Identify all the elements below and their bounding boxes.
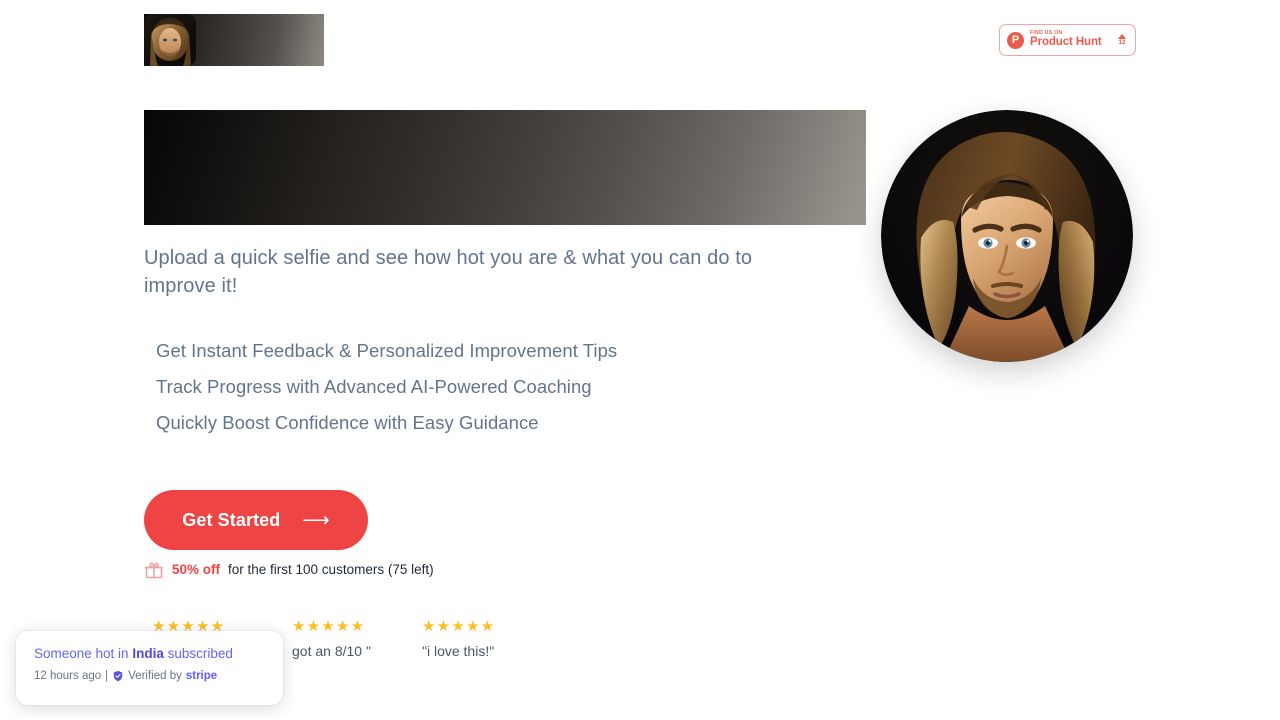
product-hunt-badge[interactable]: P FIND US ON Product Hunt 12 — [999, 24, 1136, 56]
star-rating-icon: ★★★★★ — [292, 618, 366, 635]
brand-logo[interactable]: LooksMax AI — [144, 14, 324, 66]
toast-title-prefix: Someone hot in — [34, 646, 133, 661]
toast-provider: stripe — [185, 670, 218, 682]
list-item: Get Instant Feedback & Personalized Impr… — [156, 340, 618, 361]
site-header: LooksMax AI P FIND US ON Product Hunt 12 — [0, 0, 1280, 80]
star-rating-icon: ★★★★★ — [422, 618, 496, 635]
product-hunt-upvote[interactable]: 12 — [1118, 33, 1128, 47]
promo-discount: 50% off — [172, 562, 221, 577]
toast-title: Someone hot in India subscribed — [34, 645, 265, 663]
caret-up-icon — [1118, 33, 1126, 39]
toast-verified-text: Verified by — [128, 670, 182, 682]
gift-icon — [144, 560, 164, 580]
hero-subtitle: Upload a quick selfie and see how hot yo… — [144, 247, 753, 297]
toast-title-highlight: India — [132, 646, 164, 661]
feature-list: Get Instant Feedback & Personalized Impr… — [156, 333, 617, 441]
toast-timestamp: 12 hours ago — [34, 670, 102, 682]
toast-separator: | — [105, 670, 109, 682]
list-item: Track Progress with Advanced AI-Powered … — [156, 376, 592, 397]
hero-title-banner: Rate My Looks — [144, 110, 866, 225]
landing-page: LooksMax AI P FIND US ON Product Hunt 12… — [0, 0, 1280, 720]
product-hunt-upvote-count: 12 — [1118, 38, 1126, 46]
hero-portrait-photo — [881, 110, 1133, 362]
arrow-right-icon: ⟶ — [302, 509, 330, 531]
get-started-label: Get Started — [182, 509, 281, 530]
testimonial-quote: "i love this!" — [422, 643, 495, 659]
toast-title-suffix: subscribed — [163, 646, 233, 661]
promo-banner: 50% off for the first 100 customers (75 … — [144, 560, 434, 580]
toast-meta: 12 hours ago | Verified by stripe — [34, 668, 265, 684]
subscription-toast[interactable]: Someone hot in India subscribed 12 hours… — [16, 631, 283, 705]
product-hunt-labels: FIND US ON Product Hunt — [1030, 31, 1112, 49]
portrait-avatar-icon — [144, 14, 196, 66]
testimonial-quote: got an 8/10 " — [292, 643, 371, 659]
promo-text: for the first 100 customers (75 left) — [228, 562, 434, 577]
product-hunt-logo-icon: P — [1007, 31, 1024, 49]
list-item: ★★★★★ "i love this!" — [422, 618, 550, 660]
product-hunt-title: Product Hunt — [1030, 36, 1102, 49]
list-item: Quickly Boost Confidence with Easy Guida… — [156, 412, 539, 433]
verified-shield-icon — [112, 670, 124, 682]
get-started-button[interactable]: Get Started ⟶ — [144, 490, 368, 550]
list-item: ★★★★★ got an 8/10 " — [292, 618, 422, 660]
